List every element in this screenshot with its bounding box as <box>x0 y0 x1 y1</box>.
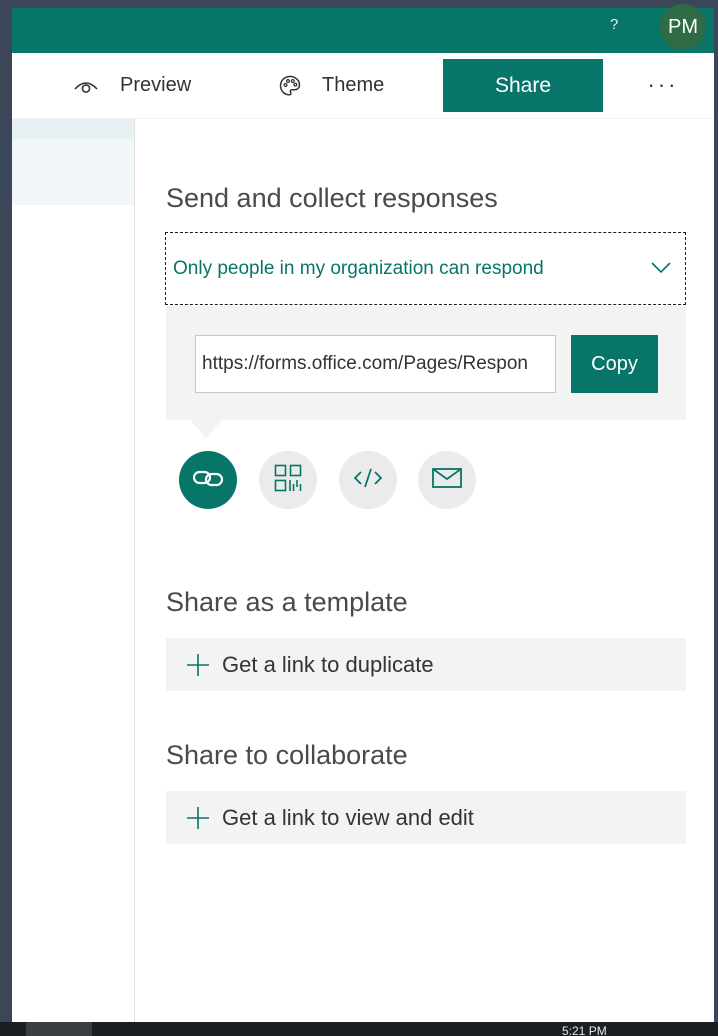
window-frame-top <box>0 0 718 8</box>
editor-band-title <box>12 139 134 205</box>
share-button[interactable]: Share <box>443 59 603 112</box>
app-header: ? PM <box>12 4 714 53</box>
send-email-option[interactable] <box>418 451 476 509</box>
edit-link-button[interactable]: Get a link to view and edit <box>166 791 686 844</box>
theme-label: Theme <box>322 74 385 96</box>
embed-code-icon <box>352 466 384 495</box>
send-link-option[interactable] <box>179 451 237 509</box>
share-template-heading: Share as a template <box>166 587 408 617</box>
qr-code-icon <box>274 464 302 497</box>
form-editor-pane <box>12 119 135 1022</box>
taskbar: 5:21 PM <box>0 1022 718 1036</box>
window-frame-right <box>714 0 718 1036</box>
plus-icon <box>186 653 210 677</box>
link-panel-pointer <box>190 420 222 438</box>
edit-link-label: Get a link to view and edit <box>222 804 474 830</box>
copy-button[interactable]: Copy <box>571 335 658 393</box>
send-responses-heading: Send and collect responses <box>166 183 498 213</box>
eye-icon <box>72 76 100 96</box>
help-icon[interactable]: ? <box>610 16 618 33</box>
link-icon <box>192 466 224 495</box>
window-frame-left <box>0 0 12 1036</box>
preview-label: Preview <box>120 74 192 96</box>
send-qr-option[interactable] <box>259 451 317 509</box>
more-options-button[interactable]: ··· <box>639 67 687 103</box>
plus-icon <box>186 806 210 830</box>
avatar[interactable]: PM <box>660 4 706 50</box>
email-icon <box>431 467 463 494</box>
permission-value: Only people in my organization can respo… <box>173 257 544 279</box>
taskbar-clock: 5:21 PM <box>562 1025 607 1036</box>
chevron-down-icon <box>651 258 671 280</box>
palette-icon <box>278 74 302 98</box>
editor-band-header <box>12 119 134 139</box>
permission-dropdown[interactable]: Only people in my organization can respo… <box>165 232 686 305</box>
send-embed-option[interactable] <box>339 451 397 509</box>
command-bar: Preview Theme Share ··· <box>12 53 714 119</box>
duplicate-link-label: Get a link to duplicate <box>222 651 434 677</box>
duplicate-link-button[interactable]: Get a link to duplicate <box>166 638 686 691</box>
taskbar-app-tile[interactable] <box>26 1022 92 1036</box>
theme-button[interactable]: Theme <box>278 53 384 118</box>
share-link-field[interactable] <box>195 335 556 393</box>
share-collaborate-heading: Share to collaborate <box>166 740 408 770</box>
preview-button[interactable]: Preview <box>72 53 191 118</box>
